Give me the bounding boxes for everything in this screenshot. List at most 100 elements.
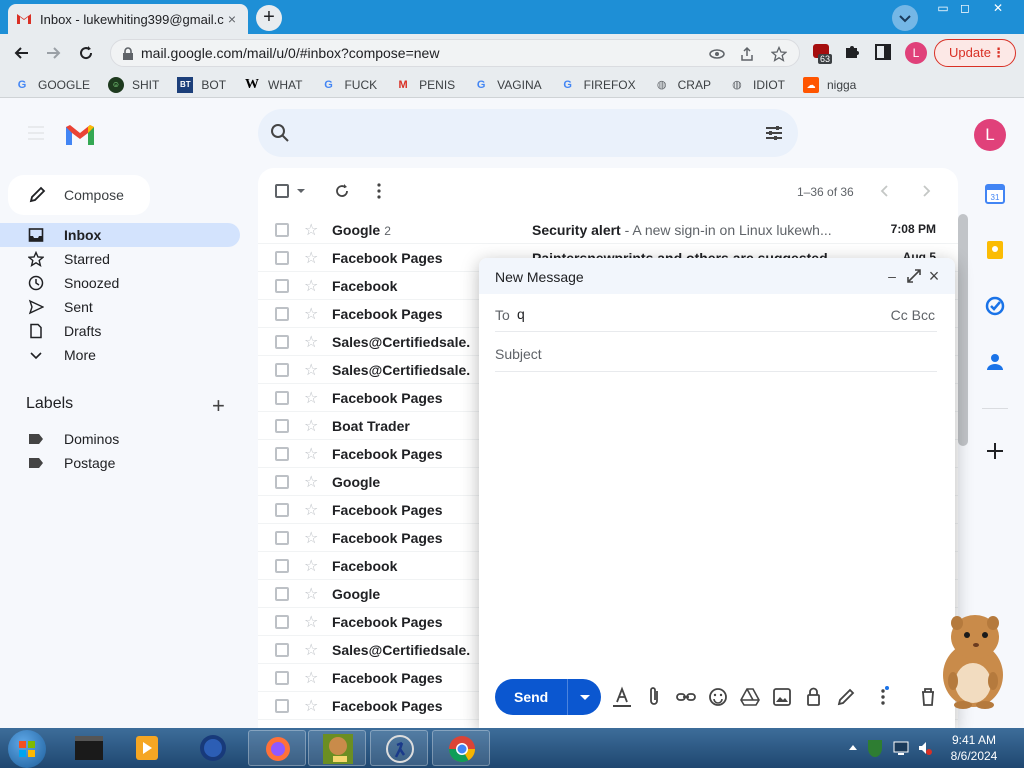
star-icon[interactable]: ☆ [304, 612, 318, 632]
show-hidden-icons-icon[interactable] [848, 742, 858, 752]
bookmark-item[interactable]: M PENIS [395, 77, 456, 93]
row-checkbox[interactable] [275, 335, 289, 349]
cc-bcc-button[interactable]: Cc Bcc [891, 307, 935, 323]
taskbar-runner-app[interactable] [370, 730, 428, 766]
to-input[interactable] [517, 306, 857, 322]
nav-drafts[interactable]: Drafts [0, 319, 240, 343]
nav-starred[interactable]: Starred [0, 247, 240, 271]
more-options-icon[interactable] [376, 182, 382, 200]
star-icon[interactable]: ☆ [304, 388, 318, 408]
bookmark-item[interactable]: ◍ CRAP [654, 77, 711, 93]
extension-badge-icon[interactable]: 63 [812, 40, 836, 64]
compose-button[interactable]: Compose [8, 175, 150, 215]
link-icon[interactable] [674, 685, 698, 709]
mail-row[interactable]: ☆ Google 2 Security alert - A new sign-in o… [258, 216, 958, 244]
row-checkbox[interactable] [275, 699, 289, 713]
star-icon[interactable]: ☆ [304, 668, 318, 688]
text-format-icon[interactable] [610, 685, 634, 709]
search-options-icon[interactable] [764, 123, 784, 143]
address-bar[interactable]: mail.google.com/mail/u/0/#inbox?compose=… [110, 39, 800, 67]
bookmark-star-icon[interactable] [771, 46, 787, 62]
row-checkbox[interactable] [275, 587, 289, 601]
close-icon[interactable]: × [925, 267, 943, 285]
mail-list-scrollbar[interactable] [958, 214, 968, 446]
taskbar-clock[interactable]: 9:41 AM 8/6/2024 [940, 732, 1008, 764]
attach-icon[interactable] [642, 685, 666, 709]
compose-header[interactable]: New Message – × [479, 258, 955, 294]
confidential-lock-icon[interactable] [802, 685, 826, 709]
add-label-button[interactable]: + [212, 393, 225, 419]
chevron-right-icon[interactable] [921, 185, 931, 197]
taskbar-browser-globe[interactable] [184, 730, 242, 766]
forward-button[interactable] [40, 40, 66, 66]
window-restore-button[interactable]: ◻ [950, 0, 980, 18]
get-addons-icon[interactable] [984, 440, 1008, 464]
emoji-icon[interactable] [706, 685, 730, 709]
window-close-button[interactable]: ✕ [983, 0, 1013, 18]
chevron-left-icon[interactable] [880, 185, 890, 197]
bookmark-item[interactable]: ◍ IDIOT [729, 77, 785, 93]
nav-snoozed[interactable]: Snoozed [0, 271, 240, 295]
send-button[interactable]: Send [495, 679, 601, 715]
row-checkbox[interactable] [275, 447, 289, 461]
refresh-icon[interactable] [333, 182, 351, 200]
tasks-icon[interactable] [984, 295, 1008, 319]
row-checkbox[interactable] [275, 279, 289, 293]
star-icon[interactable]: ☆ [304, 248, 318, 268]
bookmark-item[interactable]: G FUCK [320, 77, 377, 93]
star-icon[interactable]: ☆ [304, 416, 318, 436]
taskbar-media-player[interactable] [118, 730, 176, 766]
nav-inbox[interactable]: Inbox [0, 223, 240, 247]
eye-icon[interactable] [709, 46, 725, 62]
update-button[interactable]: Update ⋮ [934, 39, 1016, 67]
side-panel-button[interactable] [874, 40, 898, 64]
star-icon[interactable]: ☆ [304, 360, 318, 380]
star-icon[interactable]: ☆ [304, 528, 318, 548]
extensions-button[interactable] [843, 40, 867, 64]
nav-more[interactable]: More [0, 343, 240, 367]
bookmark-item[interactable]: G VAGINA [473, 77, 542, 93]
nav-label-postage[interactable]: Postage [0, 451, 240, 475]
row-checkbox[interactable] [275, 531, 289, 545]
gmail-profile-avatar[interactable]: L [974, 119, 1006, 151]
contacts-icon[interactable] [984, 351, 1008, 375]
row-checkbox[interactable] [275, 223, 289, 237]
message-body[interactable] [495, 380, 937, 670]
star-icon[interactable]: ☆ [304, 500, 318, 520]
subject-input[interactable] [495, 346, 935, 362]
browser-tab[interactable]: Inbox - lukewhiting399@gmail.com × [8, 4, 248, 34]
send-options-icon[interactable] [575, 687, 595, 707]
taskbar-chrome[interactable] [432, 730, 490, 766]
row-checkbox[interactable] [275, 615, 289, 629]
star-icon[interactable]: ☆ [304, 472, 318, 492]
minimize-icon[interactable]: – [883, 267, 901, 285]
nav-sent[interactable]: Sent [0, 295, 240, 319]
select-all-checkbox[interactable] [275, 184, 289, 198]
star-icon[interactable]: ☆ [304, 444, 318, 464]
star-icon[interactable]: ☆ [304, 640, 318, 660]
row-checkbox[interactable] [275, 307, 289, 321]
nav-label-dominos[interactable]: Dominos [0, 427, 240, 451]
gmail-logo-icon[interactable] [64, 123, 96, 147]
select-dropdown-icon[interactable] [296, 187, 306, 195]
signature-pen-icon[interactable] [834, 685, 858, 709]
row-checkbox[interactable] [275, 671, 289, 685]
row-checkbox[interactable] [275, 419, 289, 433]
network-tray-icon[interactable] [892, 739, 910, 757]
mail-search-bar[interactable] [258, 109, 798, 157]
row-checkbox[interactable] [275, 363, 289, 377]
star-icon[interactable]: ☆ [304, 332, 318, 352]
calendar-icon[interactable]: 31 [984, 183, 1008, 207]
star-icon[interactable]: ☆ [304, 304, 318, 324]
star-icon[interactable]: ☆ [304, 556, 318, 576]
star-icon[interactable]: ☆ [304, 220, 318, 240]
browser-profile-avatar[interactable]: L [905, 42, 927, 64]
bookmark-item[interactable]: ☺ SHIT [108, 76, 159, 93]
hamburger-menu-icon[interactable] [26, 125, 46, 141]
bookmark-item[interactable]: W WHAT [244, 77, 302, 93]
star-icon[interactable]: ☆ [304, 584, 318, 604]
share-icon[interactable] [739, 46, 755, 62]
row-checkbox[interactable] [275, 559, 289, 573]
row-checkbox[interactable] [275, 643, 289, 657]
taskbar-terminal[interactable] [60, 730, 118, 766]
